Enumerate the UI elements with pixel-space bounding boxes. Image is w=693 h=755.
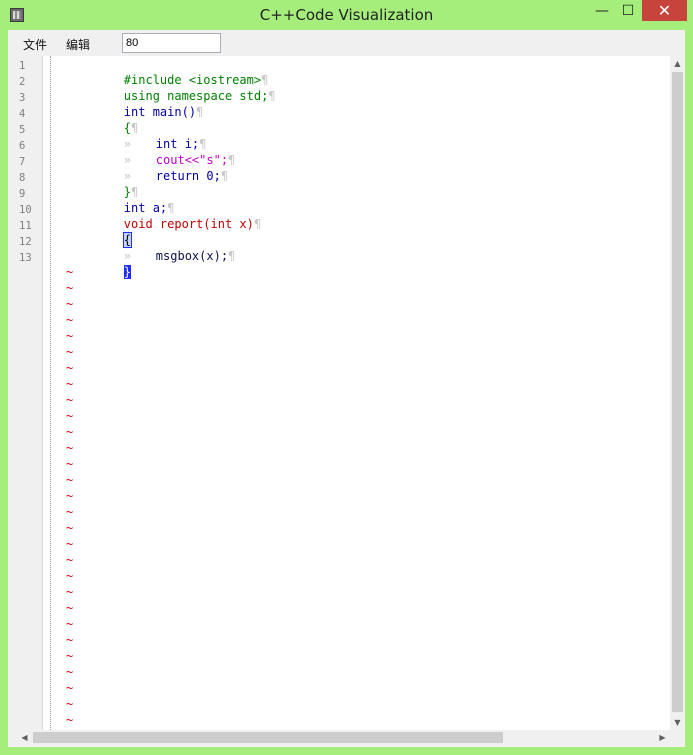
code-line: {¶	[66, 104, 138, 135]
code-line: » msgbox(x);¶	[66, 232, 235, 263]
empty-line-tilde: ~	[66, 681, 74, 695]
empty-line-tilde: ~	[66, 329, 74, 343]
pilcrow-mark: ¶	[228, 249, 236, 263]
pilcrow-mark: ¶	[196, 105, 204, 119]
empty-line-tilde: ~	[66, 649, 74, 663]
menu-file[interactable]: 文件	[23, 36, 47, 53]
empty-line-tilde: ~	[66, 345, 74, 359]
zoom-input[interactable]	[122, 33, 221, 53]
empty-line-tilde: ~	[66, 281, 74, 295]
code-line: }	[66, 248, 132, 279]
code-area[interactable]: #include <iostream>¶ using namespace std…	[66, 56, 666, 730]
empty-line-tilde: ~	[66, 297, 74, 311]
empty-line-tilde: ~	[66, 313, 74, 327]
empty-line-tilde: ~	[66, 713, 74, 727]
empty-line-tilde: ~	[66, 601, 74, 615]
pilcrow-mark: ¶	[268, 89, 276, 103]
line-number: 11	[19, 220, 32, 232]
horizontal-scrollbar[interactable]: ◀ ▶	[17, 730, 670, 745]
line-number: 1	[19, 60, 26, 72]
menu-bar: 文件 编辑	[8, 30, 685, 56]
line-number: 12	[19, 236, 32, 248]
code-line: int main()¶	[66, 88, 203, 119]
empty-line-tilde: ~	[66, 665, 74, 679]
vertical-scrollbar[interactable]: ▲ ▼	[670, 56, 685, 730]
code-line: }¶	[66, 168, 138, 199]
line-number: 8	[19, 172, 26, 184]
scroll-up-arrow-icon[interactable]: ▲	[670, 56, 685, 71]
line-number: 13	[19, 252, 32, 264]
scrollbar-corner	[670, 730, 685, 745]
code-line: void report(int x)¶	[66, 200, 261, 231]
close-button[interactable]: ✕	[642, 0, 687, 21]
function-signature: void report(int x)	[123, 217, 254, 231]
empty-line-tilde: ~	[66, 585, 74, 599]
empty-line-tilde: ~	[66, 393, 74, 407]
line-number: 10	[19, 204, 32, 216]
empty-line-tilde: ~	[66, 633, 74, 647]
code-line: » cout<<"s";¶	[66, 136, 235, 167]
empty-line-tilde: ~	[66, 265, 74, 279]
menu-edit[interactable]: 编辑	[66, 36, 90, 53]
empty-line-tilde: ~	[66, 441, 74, 455]
horizontal-scroll-thumb[interactable]	[33, 732, 503, 743]
code-line: » int i;¶	[66, 120, 207, 151]
empty-line-tilde: ~	[66, 553, 74, 567]
function-call: msgbox(x);	[155, 249, 229, 263]
code-editor[interactable]: 1 2 3 4 5 6 7 8 9 10 11 12 13 #include <iostream>¶ u…	[17, 56, 685, 730]
line-number: 9	[19, 188, 26, 200]
line-number: 3	[19, 92, 26, 104]
pilcrow-mark: ¶	[253, 217, 262, 231]
empty-line-tilde: ~	[66, 489, 74, 503]
maximize-button[interactable]: ☐	[615, 0, 641, 21]
line-number: 6	[19, 140, 26, 152]
caret-close-brace: }	[123, 265, 132, 279]
empty-line-tilde: ~	[66, 521, 74, 535]
empty-line-tilde: ~	[66, 537, 74, 551]
empty-line-tilde: ~	[66, 505, 74, 519]
pilcrow-mark: ¶	[220, 169, 229, 183]
empty-line-tilde: ~	[66, 457, 74, 471]
line-number: 4	[19, 108, 26, 120]
empty-line-tilde: ~	[66, 377, 74, 391]
title-bar[interactable]: C++Code Visualization — ☐ ✕	[0, 0, 693, 30]
line-number: 2	[19, 76, 26, 88]
empty-line-tilde: ~	[66, 425, 74, 439]
line-number: 5	[19, 124, 26, 136]
empty-line-tilde: ~	[66, 361, 74, 375]
empty-line-tilde: ~	[66, 409, 74, 423]
code-line: #include <iostream>¶	[66, 56, 269, 87]
code-line: » return 0;¶	[66, 152, 228, 183]
code-line: int a;¶	[66, 184, 175, 215]
code-line: using namespace std;¶	[66, 72, 276, 103]
app-window: C++Code Visualization — ☐ ✕ 文件 编辑 123456…	[0, 0, 693, 755]
empty-line-tilde: ~	[66, 569, 74, 583]
fold-margin	[50, 56, 51, 730]
return-statement: return 0;	[155, 169, 221, 183]
scroll-right-arrow-icon[interactable]: ▶	[655, 730, 670, 745]
line-number: 7	[19, 156, 26, 168]
minimize-button[interactable]: —	[589, 0, 615, 21]
scroll-down-arrow-icon[interactable]: ▼	[670, 715, 685, 730]
empty-line-tilde: ~	[66, 697, 74, 711]
line-number-gutter: 1 2 3 4 5 6 7 8 9 10 11 12 13	[17, 56, 43, 730]
empty-line-tilde: ~	[66, 617, 74, 631]
scroll-left-arrow-icon[interactable]: ◀	[17, 730, 32, 745]
empty-line-tilde: ~	[66, 473, 74, 487]
pilcrow-mark: ¶	[228, 153, 236, 167]
vertical-scroll-thumb[interactable]	[672, 72, 683, 712]
code-line: {	[66, 216, 133, 248]
